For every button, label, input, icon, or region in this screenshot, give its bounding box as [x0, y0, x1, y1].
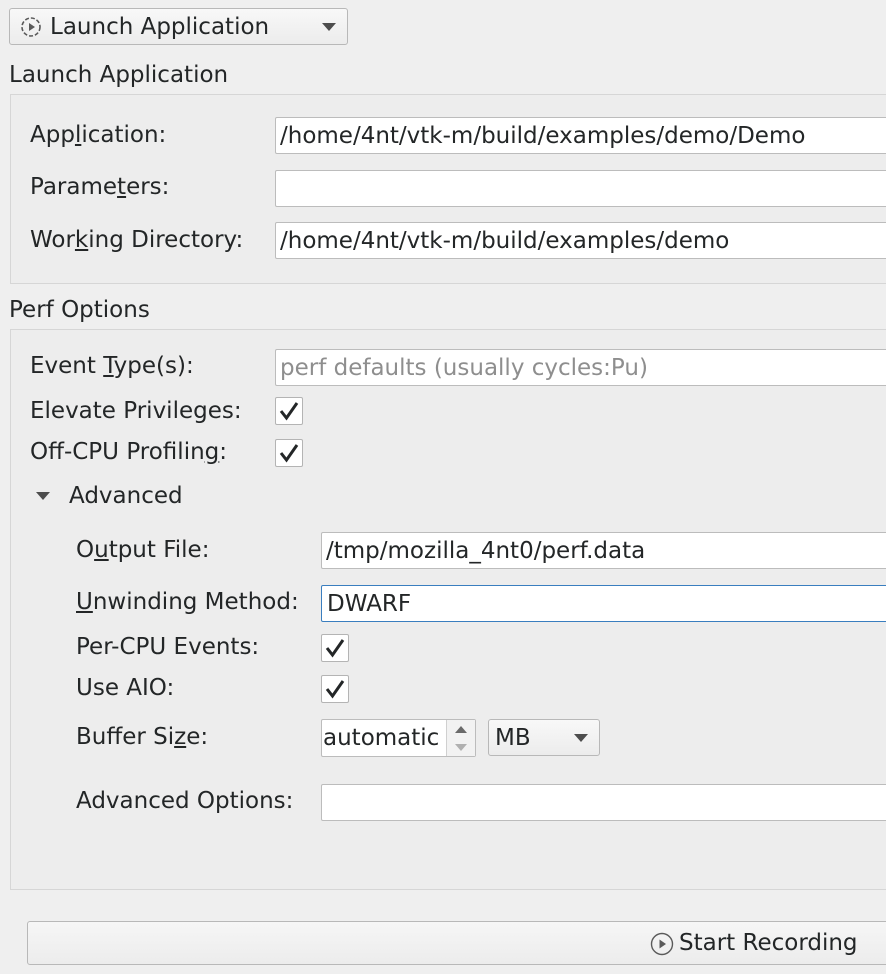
event-types-input[interactable]: perf defaults (usually cycles:Pu) — [275, 349, 886, 386]
arrow-up-icon[interactable] — [454, 725, 468, 734]
use-aio-label: Use AIO: — [76, 675, 175, 701]
buffer-size-stepper[interactable] — [446, 720, 475, 756]
event-types-label: Event Type(s): — [30, 353, 194, 379]
buffer-size-value: automatic — [323, 725, 440, 751]
buffer-unit-combo[interactable]: MB — [488, 719, 600, 756]
per-cpu-events-checkbox[interactable] — [321, 634, 349, 662]
parameters-label: Parameters: — [30, 174, 170, 200]
checkmark-icon — [325, 639, 345, 658]
checkmark-icon — [279, 402, 299, 421]
off-cpu-profiling-label: Off-CPU Profiling: — [30, 439, 228, 465]
advanced-options-input[interactable] — [321, 784, 886, 821]
off-cpu-profiling-checkbox[interactable] — [275, 439, 303, 467]
advanced-expander[interactable]: Advanced — [30, 480, 230, 512]
unwinding-method-label: Unwinding Method: — [76, 589, 299, 615]
mode-selector-combo[interactable]: Launch Application — [9, 8, 348, 45]
perf-group-title: Perf Options — [9, 297, 150, 323]
working-directory-label: Working Directory: — [30, 227, 244, 253]
elevate-privileges-label: Elevate Privileges: — [30, 398, 242, 424]
start-recording-button[interactable]: Start Recording — [27, 921, 886, 965]
chevron-down-icon — [574, 734, 588, 742]
arrow-down-icon[interactable] — [454, 743, 468, 752]
chevron-down-icon — [322, 23, 336, 31]
launch-group-title: Launch Application — [9, 62, 229, 88]
play-icon — [650, 932, 674, 956]
buffer-unit-value: MB — [495, 724, 531, 751]
application-label: Application: — [30, 122, 167, 148]
checkmark-icon — [325, 680, 345, 699]
use-aio-checkbox[interactable] — [321, 675, 349, 703]
target-icon — [21, 16, 41, 37]
advanced-title: Advanced — [69, 483, 183, 509]
checkmark-icon — [279, 444, 299, 463]
application-input[interactable]: /home/4nt/vtk-m/build/examples/demo/Demo — [275, 117, 886, 154]
buffer-size-spinbox[interactable]: automatic — [321, 719, 476, 757]
parameters-input[interactable] — [275, 170, 886, 207]
elevate-privileges-checkbox[interactable] — [275, 397, 303, 425]
output-file-label: Output File: — [76, 537, 210, 563]
mode-selector-value: Launch Application — [50, 13, 270, 40]
unwinding-method-combo[interactable]: DWARF — [321, 585, 886, 622]
advanced-options-label: Advanced Options: — [76, 788, 294, 814]
triangle-down-icon — [36, 492, 50, 500]
buffer-size-label: Buffer Size: — [76, 724, 209, 750]
working-directory-input[interactable]: /home/4nt/vtk-m/build/examples/demo — [275, 222, 886, 259]
start-recording-label: Start Recording — [679, 930, 858, 956]
output-file-input[interactable]: /tmp/mozilla_4nt0/perf.data — [321, 532, 886, 569]
per-cpu-events-label: Per-CPU Events: — [76, 634, 260, 660]
